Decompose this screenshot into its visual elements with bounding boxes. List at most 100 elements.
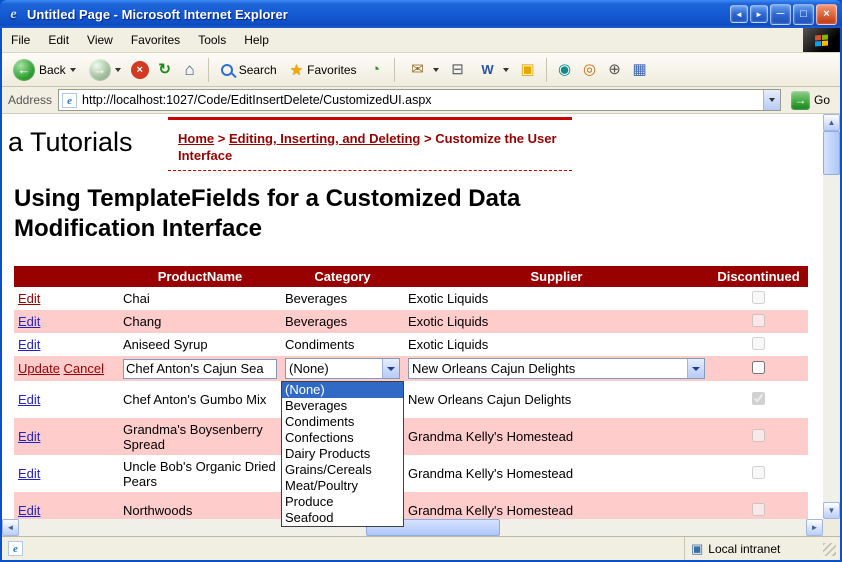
menu-edit[interactable]: Edit: [39, 28, 78, 52]
search-button[interactable]: Search: [216, 61, 282, 79]
supplier-cell: Exotic Liquids: [404, 333, 709, 356]
menu-bar: File Edit View Favorites Tools Help: [2, 28, 840, 53]
supplier-cell: Grandma Kelly's Homestead: [404, 455, 709, 492]
edit-link[interactable]: Edit: [18, 291, 40, 306]
menu-help[interactable]: Help: [235, 28, 278, 52]
discontinued-checkbox: [752, 429, 765, 442]
title-bar: e Untitled Page - Microsoft Internet Exp…: [0, 0, 842, 28]
update-link[interactable]: Update: [18, 361, 60, 376]
dropdown-option[interactable]: Confections: [282, 430, 403, 446]
browser-window: e Untitled Page - Microsoft Internet Exp…: [0, 0, 842, 562]
globe-icon[interactable]: ◉: [554, 59, 576, 81]
dropdown-option-none[interactable]: (None): [282, 382, 403, 398]
address-input[interactable]: [82, 93, 763, 107]
address-bar: Address e → Go: [2, 87, 840, 114]
dropdown-option[interactable]: Meat/Poultry: [282, 478, 403, 494]
scroll-right-button[interactable]: ►: [806, 519, 823, 536]
security-zone: ▣ Local intranet: [684, 537, 834, 560]
table-row: Edit Chang Beverages Exotic Liquids: [14, 310, 808, 333]
grid-icon[interactable]: ▦: [629, 59, 651, 81]
sphere-icon[interactable]: ◎: [579, 59, 601, 81]
history-button[interactable]: ◔: [365, 59, 387, 81]
vertical-scroll-thumb[interactable]: [823, 131, 840, 175]
edit-link[interactable]: Edit: [18, 337, 40, 352]
edit-dropdown-icon: [503, 68, 509, 72]
discontinued-checkbox[interactable]: [752, 361, 765, 374]
supplier-cell: New Orleans Cajun Delights: [404, 381, 709, 418]
discontinued-checkbox: [752, 337, 765, 350]
product-cell: Aniseed Syrup: [119, 333, 281, 356]
stop-button[interactable]: ×: [131, 61, 149, 79]
horizontal-scrollbar[interactable]: ◄ ►: [2, 519, 823, 536]
edit-button[interactable]: W: [472, 57, 514, 83]
discontinued-checkbox: [752, 314, 765, 327]
edit-link[interactable]: Edit: [18, 503, 40, 518]
back-button[interactable]: ← Back: [8, 57, 81, 83]
column-header-supplier: Supplier: [404, 266, 709, 287]
cancel-link[interactable]: Cancel: [64, 361, 104, 376]
forward-button[interactable]: →: [84, 57, 126, 83]
status-bar: e ▣ Local intranet: [2, 536, 840, 560]
scroll-left-button[interactable]: ◄: [2, 519, 19, 536]
mail-button[interactable]: ✉: [402, 57, 444, 83]
dropdown-option[interactable]: Grains/Cereals: [282, 462, 403, 478]
supplier-cell: Exotic Liquids: [404, 310, 709, 333]
dropdown-option[interactable]: Seafood: [282, 510, 403, 526]
menu-tools[interactable]: Tools: [189, 28, 235, 52]
breadcrumb-home-link[interactable]: Home: [178, 131, 214, 146]
menu-file[interactable]: File: [2, 28, 39, 52]
dropdown-option[interactable]: Beverages: [282, 398, 403, 414]
resize-grip-icon[interactable]: [823, 543, 836, 556]
breadcrumb-section-link[interactable]: Editing, Inserting, and Deleting: [229, 131, 420, 146]
dropdown-option[interactable]: Dairy Products: [282, 446, 403, 462]
titlebar-right-arrow-button[interactable]: ►: [750, 5, 768, 23]
category-select[interactable]: (None): [285, 358, 400, 379]
scroll-up-button[interactable]: ▲: [823, 114, 840, 131]
forward-icon: →: [89, 59, 111, 81]
vertical-scrollbar[interactable]: ▲ ▼: [823, 114, 840, 519]
table-row: Edit Chai Beverages Exotic Liquids: [14, 287, 808, 310]
favorites-button[interactable]: ★ Favorites: [285, 59, 362, 81]
edit-link[interactable]: Edit: [18, 392, 40, 407]
edit-link[interactable]: Edit: [18, 466, 40, 481]
dropdown-option[interactable]: Condiments: [282, 414, 403, 430]
supplier-select[interactable]: New Orleans Cajun Delights: [408, 358, 705, 379]
grid-header-row: ProductName Category Supplier Discontinu…: [14, 266, 808, 287]
titlebar-left-arrow-button[interactable]: ◄: [730, 5, 748, 23]
maximize-button[interactable]: □: [793, 4, 814, 25]
scroll-down-button[interactable]: ▼: [823, 502, 840, 519]
menu-view[interactable]: View: [78, 28, 122, 52]
column-header-discontinued: Discontinued: [709, 266, 808, 287]
chevron-down-icon[interactable]: [687, 359, 704, 378]
address-field: e: [58, 89, 781, 111]
address-label: Address: [8, 93, 52, 107]
ie-logo-icon: e: [5, 6, 22, 23]
discontinued-checkbox: [752, 392, 765, 405]
mail-icon: ✉: [407, 59, 429, 81]
chevron-down-icon[interactable]: [382, 359, 399, 378]
dropdown-option[interactable]: Produce: [282, 494, 403, 510]
messenger-button[interactable]: ▣: [517, 59, 539, 81]
zoom-icon[interactable]: ⊕: [604, 59, 626, 81]
local-intranet-icon: ▣: [691, 541, 703, 557]
product-name-input[interactable]: [123, 359, 277, 379]
search-icon: [221, 64, 233, 76]
home-button[interactable]: ⌂: [179, 59, 201, 81]
minimize-button[interactable]: ─: [770, 4, 791, 25]
menu-favorites[interactable]: Favorites: [122, 28, 189, 52]
go-button[interactable]: → Go: [787, 91, 834, 110]
status-page-icon: e: [8, 541, 23, 556]
refresh-button[interactable]: ↻: [154, 59, 176, 81]
category-dropdown-list: (None) Beverages Condiments Confections …: [281, 381, 404, 527]
address-dropdown-button[interactable]: [763, 90, 780, 110]
edit-link[interactable]: Edit: [18, 314, 40, 329]
close-button[interactable]: ×: [816, 4, 837, 25]
table-row: Edit Northwoods Grandma Kelly's Homestea…: [14, 492, 808, 519]
edit-link[interactable]: Edit: [18, 429, 40, 444]
toolbar-separator: [208, 58, 209, 82]
supplier-cell: Grandma Kelly's Homestead: [404, 492, 709, 519]
print-button[interactable]: ⊟: [447, 59, 469, 81]
windows-logo-icon: [803, 28, 840, 52]
scrollbar-corner: [823, 519, 840, 536]
table-row: Edit Uncle Bob's Organic Dried Pears Gra…: [14, 455, 808, 492]
